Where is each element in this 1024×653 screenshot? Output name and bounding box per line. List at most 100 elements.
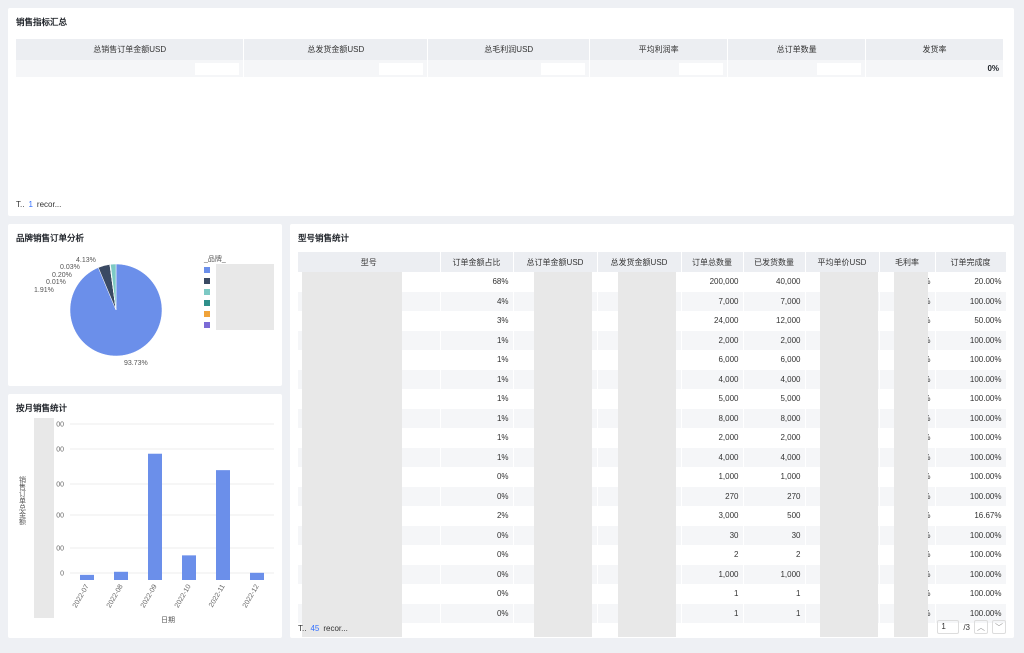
cell-qty: 1 [681, 584, 744, 604]
model-col-header[interactable]: 已发货数量 [743, 252, 806, 272]
page-input[interactable]: 1 [937, 620, 960, 634]
bar[interactable] [250, 572, 264, 580]
summary-value [727, 60, 867, 77]
cell-qty: 2 [681, 545, 744, 565]
cell-share: 0% [440, 564, 514, 584]
pie-slice-label: 1.91% [34, 287, 54, 294]
summary-col-header[interactable]: 平均利润率 [589, 39, 729, 60]
redacted-value [379, 62, 424, 75]
bar[interactable] [216, 470, 230, 580]
cell-shipped: 12,000 [743, 311, 806, 331]
cell-qty: 7,000 [681, 291, 744, 311]
legend-swatch[interactable] [204, 300, 210, 306]
cell-qty: 3,000 [681, 506, 744, 526]
legend-title: _品牌_ [204, 256, 226, 263]
summary-table: 总销售订单金额USD 总发货金额USD 总毛利润USD 平均利润率 总订单数量 发货率 0… [16, 39, 1004, 77]
cell-qty: 1,000 [681, 564, 744, 584]
summary-col-header[interactable]: 总发货金额USD [243, 39, 429, 60]
model-col-header[interactable]: 订单总数量 [681, 252, 744, 272]
model-col-header[interactable]: 订单金额占比 [440, 252, 514, 272]
cell-share: 0% [440, 486, 514, 506]
cell-completion: 16.67% [935, 506, 1006, 526]
cell-shipped: 30 [743, 525, 806, 545]
legend-swatch[interactable] [204, 278, 210, 284]
bar[interactable] [114, 571, 128, 580]
summary-col-header[interactable]: 发货率 [865, 39, 1004, 60]
cell-completion: 100.00% [935, 525, 1006, 545]
cell-shipped: 1,000 [743, 467, 806, 487]
cell-shipped: 4,000 [743, 369, 806, 389]
summary-value-text: 0% [987, 64, 999, 73]
summary-value: 0% [865, 60, 1004, 77]
cell-share: 1% [440, 447, 514, 467]
cell-shipped: 270 [743, 486, 806, 506]
cell-qty: 200,000 [681, 272, 744, 292]
summary-col-header[interactable]: 总订单数量 [727, 39, 867, 60]
cell-qty: 2,000 [681, 330, 744, 350]
cell-completion: 20.00% [935, 272, 1006, 292]
cell-completion: 100.00% [935, 291, 1006, 311]
cell-completion: 100.00% [935, 467, 1006, 487]
legend-swatch[interactable] [204, 267, 210, 273]
monthly-bar-panel: 按月销售统计 00 00 00 00 00 0 2022-07 2022-08 2022-09 2… [8, 394, 282, 638]
model-stats-panel: 型号销售统计 型号 订单金额占比 总订单金额USD 总发货金额USD 订单总数量 已发货数… [290, 224, 1014, 638]
redacted-model-column [302, 272, 402, 637]
cell-qty: 4,000 [681, 369, 744, 389]
cell-shipped: 500 [743, 506, 806, 526]
cell-shipped: 6,000 [743, 350, 806, 370]
bar[interactable] [148, 453, 162, 580]
cell-share: 4% [440, 291, 514, 311]
y-tick-label: 0 [60, 571, 64, 578]
summary-title: 销售指标汇总 [16, 17, 68, 27]
redacted-value [817, 62, 862, 75]
x-tick-label: 2022-12 [242, 583, 261, 609]
cell-share: 0% [440, 603, 514, 623]
cell-shipped: 1 [743, 584, 806, 604]
bar[interactable] [80, 574, 94, 580]
model-record-count: T.. 45 recor... [298, 624, 348, 633]
x-axis-label: 日期 [161, 616, 175, 624]
next-page-button[interactable]: ﹀ [992, 620, 1006, 634]
cell-shipped: 2 [743, 545, 806, 565]
model-col-header[interactable]: 总发货金额USD [597, 252, 682, 272]
model-col-header[interactable]: 毛利率 [879, 252, 936, 272]
pie-slice-label: 0.20% [52, 272, 72, 279]
legend-swatch[interactable] [204, 311, 210, 317]
summary-col-header[interactable]: 总毛利润USD [427, 39, 591, 60]
cell-qty: 24,000 [681, 311, 744, 331]
model-col-header[interactable]: 型号 [298, 252, 441, 272]
cell-share: 1% [440, 350, 514, 370]
x-tick-label: 2022-09 [140, 583, 159, 609]
y-tick-label: 00 [56, 482, 64, 489]
cell-completion: 100.00% [935, 486, 1006, 506]
cell-qty: 8,000 [681, 408, 744, 428]
bar[interactable] [182, 555, 196, 580]
monthly-bar-chart: 000000000002022-07 2022-08 2022-09 2022-10 2… [19, 418, 274, 624]
model-title: 型号销售统计 [298, 233, 350, 243]
cell-completion: 100.00% [935, 447, 1006, 467]
model-col-header[interactable]: 平均单价USD [805, 252, 880, 272]
summary-col-header[interactable]: 总销售订单金额USD [16, 39, 245, 60]
model-table-scroll[interactable]: 型号 订单金额占比 总订单金额USD 总发货金额USD 订单总数量 已发货数量 平均单价US… [298, 252, 1006, 637]
model-col-header[interactable]: 总订单金额USD [513, 252, 598, 272]
y-axis-label: 销售订单总金额 [19, 475, 27, 526]
model-col-header[interactable]: 订单完成度 [935, 252, 1006, 272]
cell-completion: 100.00% [935, 428, 1006, 448]
redacted-value [541, 62, 586, 75]
cell-shipped: 5,000 [743, 389, 806, 409]
redacted-y-axis [34, 418, 54, 618]
cell-qty: 2,000 [681, 428, 744, 448]
legend-swatch[interactable] [204, 289, 210, 295]
cell-qty: 5,000 [681, 389, 744, 409]
redacted-shipped-amount-column [618, 272, 676, 637]
cell-qty: 270 [681, 486, 744, 506]
cell-share: 0% [440, 467, 514, 487]
y-tick-label: 00 [56, 546, 64, 553]
summary-value [589, 60, 729, 77]
summary-value [427, 60, 591, 77]
pie-slice-label: 4.13% [76, 257, 96, 264]
prev-page-button[interactable]: ︿ [974, 620, 988, 634]
cell-qty: 4,000 [681, 447, 744, 467]
legend-swatch[interactable] [204, 322, 210, 328]
pie-slice-label: 0.03% [60, 264, 80, 271]
